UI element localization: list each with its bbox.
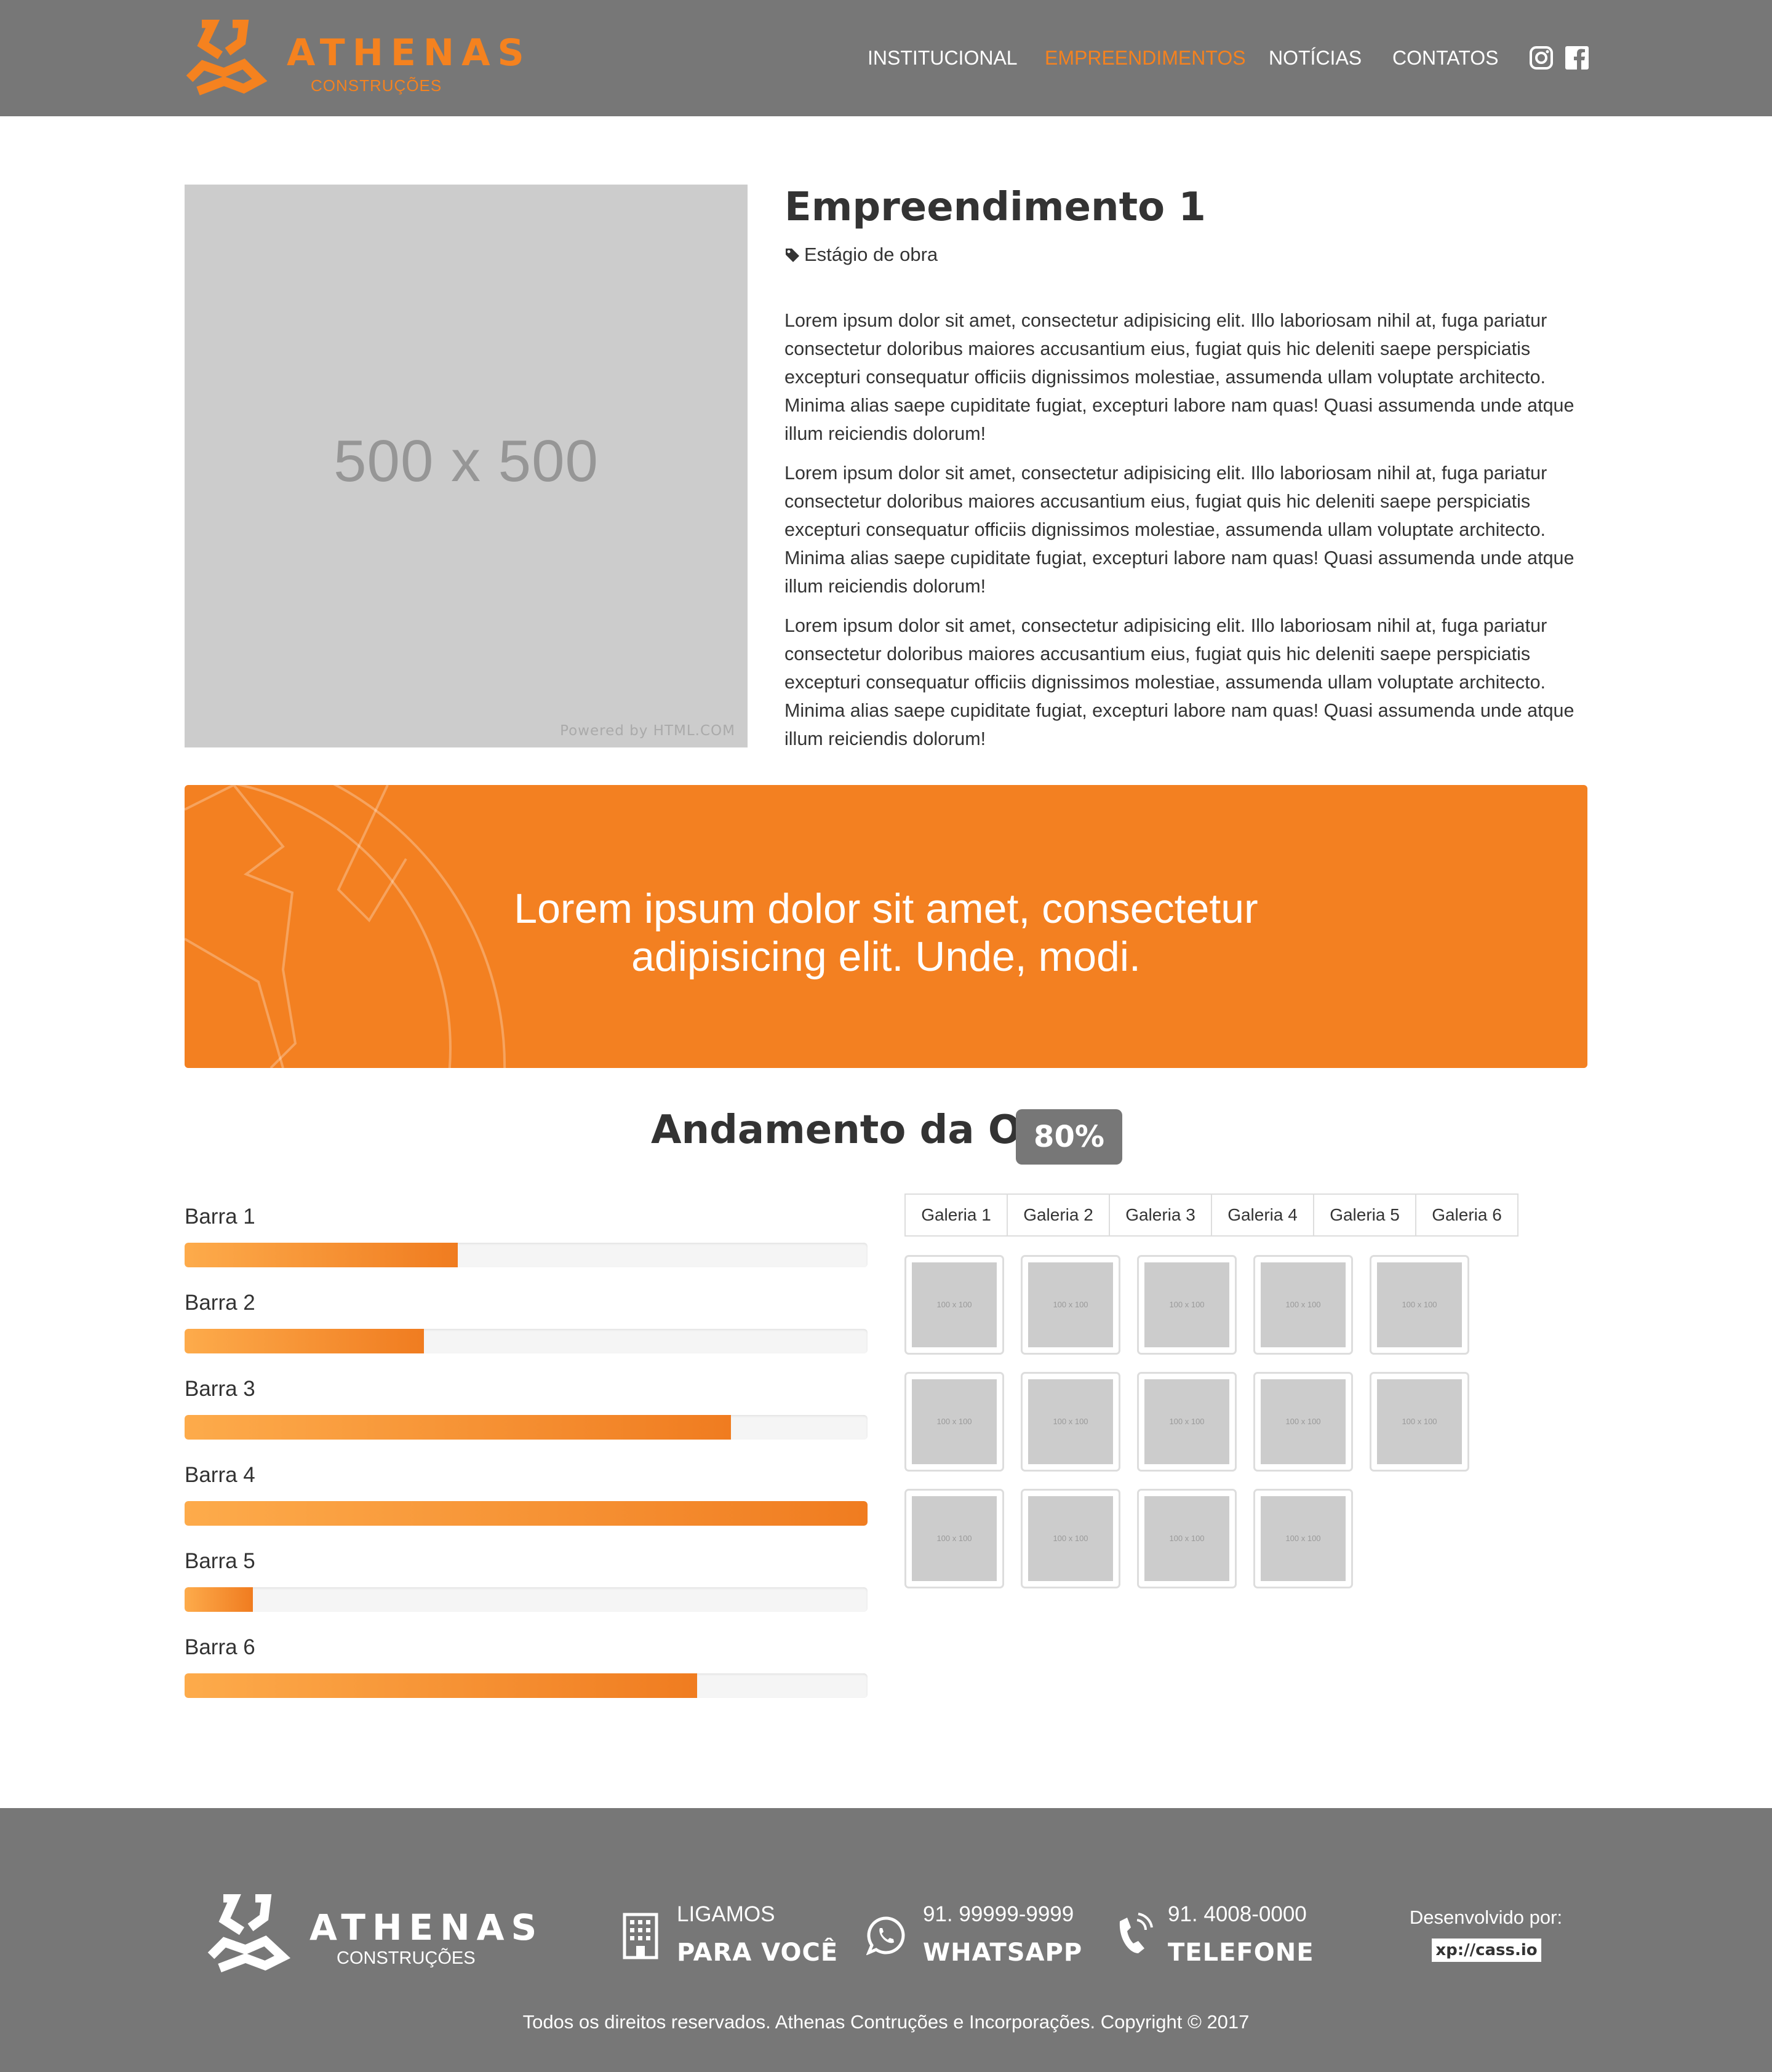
- thumbnail-placeholder-text: 100 x 100: [1144, 1379, 1229, 1464]
- footer-logo[interactable]: ATHENAS CONSTRUÇÕES: [206, 1894, 537, 1977]
- contact-line-1: LIGAMOS: [677, 1902, 775, 1926]
- thumbnail-placeholder-text: 100 x 100: [1028, 1379, 1113, 1464]
- main-nav: INSTITUCIONAL EMPREENDIMENTOS NOTÍCIAS C…: [0, 44, 1772, 71]
- gallery-thumbnail[interactable]: 100 x 100: [1370, 1255, 1469, 1355]
- progress-bar-fill: [185, 1587, 253, 1612]
- progress-bar-fill: [185, 1673, 697, 1698]
- thumbnail-placeholder-text: 100 x 100: [912, 1379, 997, 1464]
- thumbnail-placeholder-text: 100 x 100: [912, 1496, 997, 1581]
- progress-bar-track: [185, 1329, 868, 1353]
- logo-subtitle: CONSTRUÇÕES: [311, 76, 442, 95]
- banner-text: Lorem ipsum dolor sit amet, consectetur …: [185, 885, 1587, 981]
- contact-line-1[interactable]: 91. 4008-0000: [1168, 1902, 1307, 1927]
- developer-label: Desenvolvido por:: [1409, 1907, 1563, 1928]
- gallery-thumbnail[interactable]: 100 x 100: [1137, 1372, 1237, 1472]
- tab-galeria-2[interactable]: Galeria 2: [1007, 1193, 1110, 1237]
- progress-bar-track: [185, 1501, 868, 1526]
- tab-galeria-4[interactable]: Galeria 4: [1211, 1193, 1314, 1237]
- gallery-thumbnail[interactable]: 100 x 100: [904, 1372, 1004, 1472]
- project-title: Empreendimento 1: [784, 185, 1206, 230]
- contact-line-2: WHATSAPP: [923, 1939, 1083, 1967]
- progress-bar-fill: [185, 1501, 868, 1526]
- nav-empreendimentos[interactable]: EMPREENDIMENTOS: [1045, 44, 1246, 71]
- thumbnail-placeholder-text: 100 x 100: [1028, 1496, 1113, 1581]
- progress-bar-label: Barra 6: [185, 1635, 255, 1659]
- project-image: 500 x 500 Powered by HTML.COM: [185, 185, 748, 747]
- developer-badge[interactable]: xp://cass.io: [1432, 1939, 1541, 1962]
- tab-galeria-6[interactable]: Galeria 6: [1415, 1193, 1519, 1237]
- site-header: ATHENAS CONSTRUÇÕES INSTITUCIONAL EMPREE…: [0, 0, 1772, 116]
- cta-banner: Lorem ipsum dolor sit amet, consectetur …: [185, 785, 1587, 1068]
- gallery-thumbnail[interactable]: 100 x 100: [1137, 1489, 1237, 1588]
- gallery-thumbnail[interactable]: 100 x 100: [904, 1489, 1004, 1588]
- nav-contatos[interactable]: CONTATOS: [1392, 44, 1498, 71]
- progress-bar-label: Barra 3: [185, 1377, 255, 1401]
- gallery-thumbnail[interactable]: 100 x 100: [1253, 1372, 1353, 1472]
- banner-line-1: Lorem ipsum dolor sit amet, consectetur: [514, 885, 1258, 932]
- progress-bar-fill: [185, 1415, 731, 1440]
- thumbnail-placeholder-text: 100 x 100: [1261, 1262, 1346, 1347]
- progress-badge: 80%: [1016, 1109, 1122, 1165]
- gallery-tabs: Galeria 1 Galeria 2 Galeria 3 Galeria 4 …: [904, 1193, 1519, 1237]
- tab-galeria-5[interactable]: Galeria 5: [1313, 1193, 1416, 1237]
- progress-bar-track: [185, 1415, 868, 1440]
- banner-line-2: adipisicing elit. Unde, modi.: [631, 933, 1141, 980]
- progress-bar-fill: [185, 1243, 458, 1267]
- contact-line-1[interactable]: 91. 99999-9999: [923, 1902, 1074, 1927]
- footer-logo-mark: [207, 1894, 291, 1973]
- project-paragraph: Lorem ipsum dolor sit amet, consectetur …: [784, 615, 1574, 749]
- site-footer: ATHENAS CONSTRUÇÕES LIGAMOS PARA VOCÊ 91…: [0, 1808, 1772, 2072]
- progress-bar-label: Barra 2: [185, 1291, 255, 1315]
- contact-line-2: PARA VOCÊ: [677, 1939, 839, 1967]
- progress-bar-track: [185, 1243, 868, 1267]
- thumbnail-placeholder-text: 100 x 100: [1377, 1379, 1462, 1464]
- project-stage: Estágio de obra: [784, 244, 938, 266]
- nav-institucional[interactable]: INSTITUCIONAL: [868, 44, 1018, 71]
- building-icon: [623, 1913, 658, 1959]
- stage-label: Estágio de obra: [804, 244, 938, 265]
- instagram-icon[interactable]: [1529, 46, 1554, 70]
- gallery-thumbnail[interactable]: 100 x 100: [1021, 1255, 1120, 1355]
- thumbnail-placeholder-text: 100 x 100: [912, 1262, 997, 1347]
- thumbnail-placeholder-text: 100 x 100: [1144, 1262, 1229, 1347]
- footer-logo-text: ATHENAS: [309, 1907, 544, 1948]
- tab-galeria-1[interactable]: Galeria 1: [904, 1193, 1008, 1237]
- facebook-icon[interactable]: [1565, 46, 1589, 70]
- thumbnail-placeholder-text: 100 x 100: [1261, 1379, 1346, 1464]
- image-powered-text: Powered by HTML.COM: [560, 723, 735, 739]
- project-paragraph: Lorem ipsum dolor sit amet, consectetur …: [784, 310, 1574, 444]
- progress-bar-label: Barra 4: [185, 1463, 255, 1487]
- thumbnail-placeholder-text: 100 x 100: [1144, 1496, 1229, 1581]
- contact-line-2: TELEFONE: [1168, 1939, 1314, 1967]
- thumbnail-placeholder-text: 100 x 100: [1261, 1496, 1346, 1581]
- progress-bar-fill: [185, 1329, 424, 1353]
- progress-bar-label: Barra 5: [185, 1549, 255, 1573]
- progress-bar-track: [185, 1673, 868, 1698]
- gallery-thumbnail[interactable]: 100 x 100: [1253, 1255, 1353, 1355]
- gallery-thumbnail[interactable]: 100 x 100: [1021, 1489, 1120, 1588]
- nav-noticias[interactable]: NOTÍCIAS: [1269, 44, 1362, 71]
- tab-galeria-3[interactable]: Galeria 3: [1109, 1193, 1212, 1237]
- footer-logo-subtitle: CONSTRUÇÕES: [337, 1948, 476, 1968]
- phone-icon[interactable]: [1115, 1913, 1153, 1957]
- image-placeholder-text: 500 x 500: [333, 428, 599, 494]
- project-paragraph: Lorem ipsum dolor sit amet, consectetur …: [784, 463, 1574, 597]
- copyright-text: Todos os direitos reservados. Athenas Co…: [522, 2011, 1250, 2033]
- progress-bar-label: Barra 1: [185, 1205, 255, 1229]
- gallery-thumbnail[interactable]: 100 x 100: [1370, 1372, 1469, 1472]
- whatsapp-icon[interactable]: [866, 1916, 906, 1955]
- progress-bar-track: [185, 1587, 868, 1612]
- gallery-thumbnail[interactable]: 100 x 100: [1021, 1372, 1120, 1472]
- thumbnail-placeholder-text: 100 x 100: [1028, 1262, 1113, 1347]
- gallery-thumbnail[interactable]: 100 x 100: [1137, 1255, 1237, 1355]
- tag-icon: [786, 249, 799, 262]
- thumbnail-placeholder-text: 100 x 100: [1377, 1262, 1462, 1347]
- gallery-thumbnail[interactable]: 100 x 100: [904, 1255, 1004, 1355]
- gallery-thumbnail[interactable]: 100 x 100: [1253, 1489, 1353, 1588]
